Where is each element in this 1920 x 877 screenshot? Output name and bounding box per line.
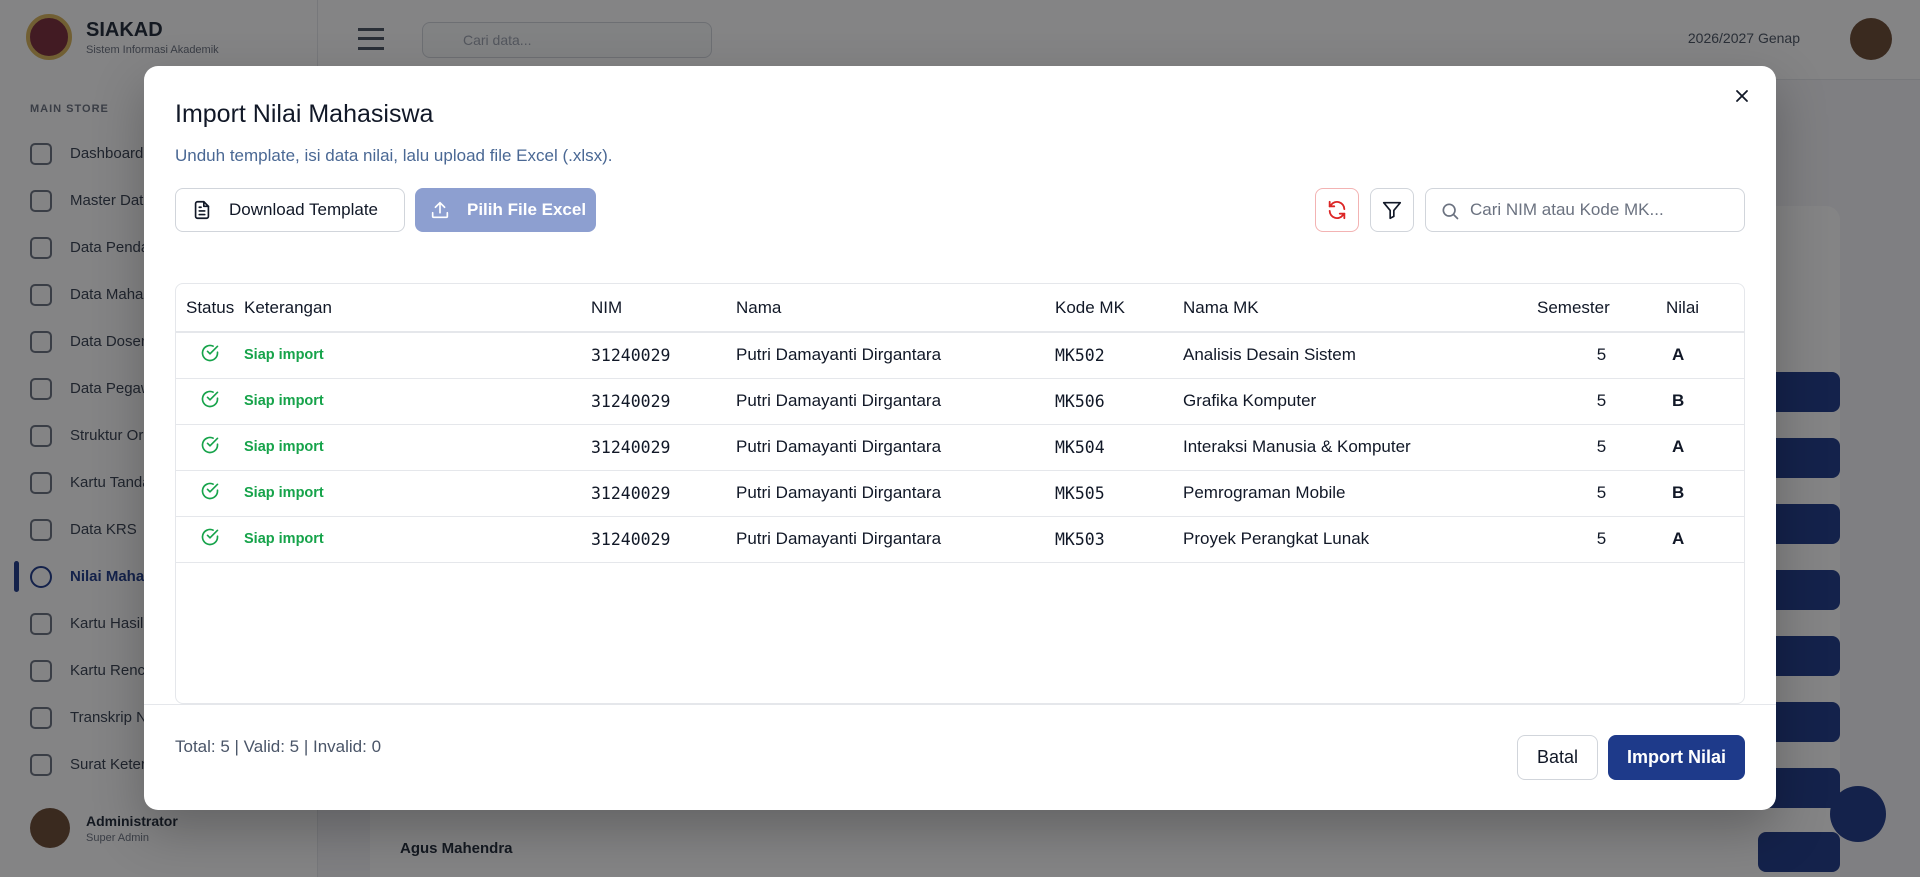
row-nama-mk: Analisis Desain Sistem bbox=[1183, 345, 1356, 365]
table-row: Siap import 31240029 Putri Damayanti Dirga… bbox=[176, 516, 1744, 562]
row-nama-mk: Proyek Perangkat Lunak bbox=[1183, 529, 1370, 548]
column-header-nim: NIM bbox=[591, 297, 623, 317]
import-modal: Import Nilai Mahasiswa Unduh template, i… bbox=[144, 66, 1776, 810]
column-header-keterangan: Keterangan bbox=[244, 297, 332, 317]
table-row: Siap import 31240029 Putri Damayanti Dirga… bbox=[176, 332, 1744, 378]
row-nama: Putri Damayanti Dirgantara bbox=[736, 529, 942, 548]
row-nilai: A bbox=[1672, 437, 1685, 456]
row-semester: 5 bbox=[1596, 437, 1607, 456]
row-nama-mk: Grafika Komputer bbox=[1183, 391, 1317, 410]
refresh-button[interactable] bbox=[1315, 188, 1359, 232]
table-row: Siap import 31240029 Putri Damayanti Dirga… bbox=[176, 424, 1744, 470]
check-circle-icon bbox=[201, 436, 219, 453]
import-button[interactable]: Import Nilai bbox=[1608, 735, 1745, 780]
row-semester: 5 bbox=[1596, 345, 1607, 365]
row-semester: 5 bbox=[1596, 529, 1607, 548]
row-keterangan: Siap import bbox=[244, 531, 324, 547]
table-row: Siap import 31240029 Putri Damayanti Dirga… bbox=[176, 470, 1744, 516]
row-kode-mk: MK505 bbox=[1055, 483, 1105, 503]
row-nilai: B bbox=[1672, 483, 1685, 502]
row-kode-mk: MK503 bbox=[1055, 529, 1105, 549]
row-kode-mk: MK506 bbox=[1055, 391, 1105, 411]
row-status bbox=[176, 424, 244, 470]
preview-table: Status Keterangan NIM Nama Kode MK Nama … bbox=[175, 283, 1745, 704]
row-semester: 5 bbox=[1596, 483, 1607, 502]
row-semester: 5 bbox=[1596, 391, 1607, 410]
column-header-nama: Nama bbox=[736, 297, 782, 317]
row-keterangan: Siap import bbox=[244, 485, 324, 501]
column-header-semester: Semester bbox=[1537, 297, 1610, 317]
row-nim: 31240029 bbox=[591, 345, 671, 365]
close-icon bbox=[1736, 90, 1748, 102]
modal-subtitle: Unduh template, isi data nilai, lalu upl… bbox=[175, 146, 613, 165]
search-icon bbox=[1442, 203, 1459, 220]
pick-excel-button[interactable]: Pilih File Excel bbox=[415, 188, 596, 232]
row-nim: 31240029 bbox=[591, 529, 671, 549]
download-template-button[interactable]: Download Template bbox=[175, 188, 405, 232]
search-field[interactable] bbox=[1425, 188, 1745, 232]
cancel-button[interactable]: Batal bbox=[1517, 735, 1598, 780]
row-nama: Putri Damayanti Dirgantara bbox=[736, 483, 942, 502]
row-status bbox=[176, 378, 244, 424]
modal-title: Import Nilai Mahasiswa bbox=[175, 100, 434, 128]
column-header-status: Status bbox=[186, 297, 235, 317]
row-kode-mk: MK504 bbox=[1055, 437, 1105, 457]
row-nama-mk: Pemrograman Mobile bbox=[1183, 483, 1346, 502]
upload-icon bbox=[431, 201, 449, 219]
row-nilai: A bbox=[1672, 529, 1685, 548]
refresh-icon bbox=[1328, 200, 1346, 220]
row-nilai: B bbox=[1672, 391, 1685, 410]
row-kode-mk: MK502 bbox=[1055, 345, 1105, 365]
check-circle-icon bbox=[201, 344, 219, 362]
row-nama: Putri Damayanti Dirgantara bbox=[736, 345, 942, 365]
document-icon bbox=[194, 200, 210, 220]
row-nim: 31240029 bbox=[591, 483, 671, 503]
footer-divider bbox=[144, 704, 1776, 705]
row-nilai: A bbox=[1672, 345, 1685, 365]
row-nim: 31240029 bbox=[591, 391, 671, 411]
row-status bbox=[176, 516, 244, 562]
import-summary: Total: 5 | Valid: 5 | Invalid: 0 bbox=[175, 737, 382, 756]
search-input[interactable] bbox=[1470, 189, 1736, 231]
table-header-row: Status Keterangan NIM Nama Kode MK Nama … bbox=[176, 284, 1744, 332]
row-status bbox=[176, 470, 244, 516]
column-header-nilai: Nilai bbox=[1666, 297, 1700, 317]
pick-excel-label: Pilih File Excel bbox=[467, 200, 587, 219]
table-row: Siap import 31240029 Putri Damayanti Dirga… bbox=[176, 378, 1744, 424]
row-keterangan: Siap import bbox=[244, 439, 324, 455]
filter-button[interactable] bbox=[1370, 188, 1414, 232]
check-circle-icon bbox=[201, 390, 219, 407]
row-status bbox=[176, 332, 244, 378]
filter-icon bbox=[1382, 201, 1402, 220]
column-header-kode-mk: Kode MK bbox=[1055, 297, 1125, 317]
close-button[interactable] bbox=[1726, 80, 1758, 112]
download-template-label: Download Template bbox=[229, 200, 378, 219]
check-circle-icon bbox=[201, 482, 219, 499]
row-keterangan: Siap import bbox=[244, 347, 324, 364]
row-nama: Putri Damayanti Dirgantara bbox=[736, 437, 942, 456]
row-nama-mk: Interaksi Manusia & Komputer bbox=[1183, 437, 1411, 456]
check-circle-icon bbox=[201, 528, 219, 545]
row-nim: 31240029 bbox=[591, 437, 671, 457]
row-nama: Putri Damayanti Dirgantara bbox=[736, 391, 942, 410]
row-keterangan: Siap import bbox=[244, 393, 324, 409]
column-header-nama-mk: Nama MK bbox=[1183, 297, 1259, 317]
